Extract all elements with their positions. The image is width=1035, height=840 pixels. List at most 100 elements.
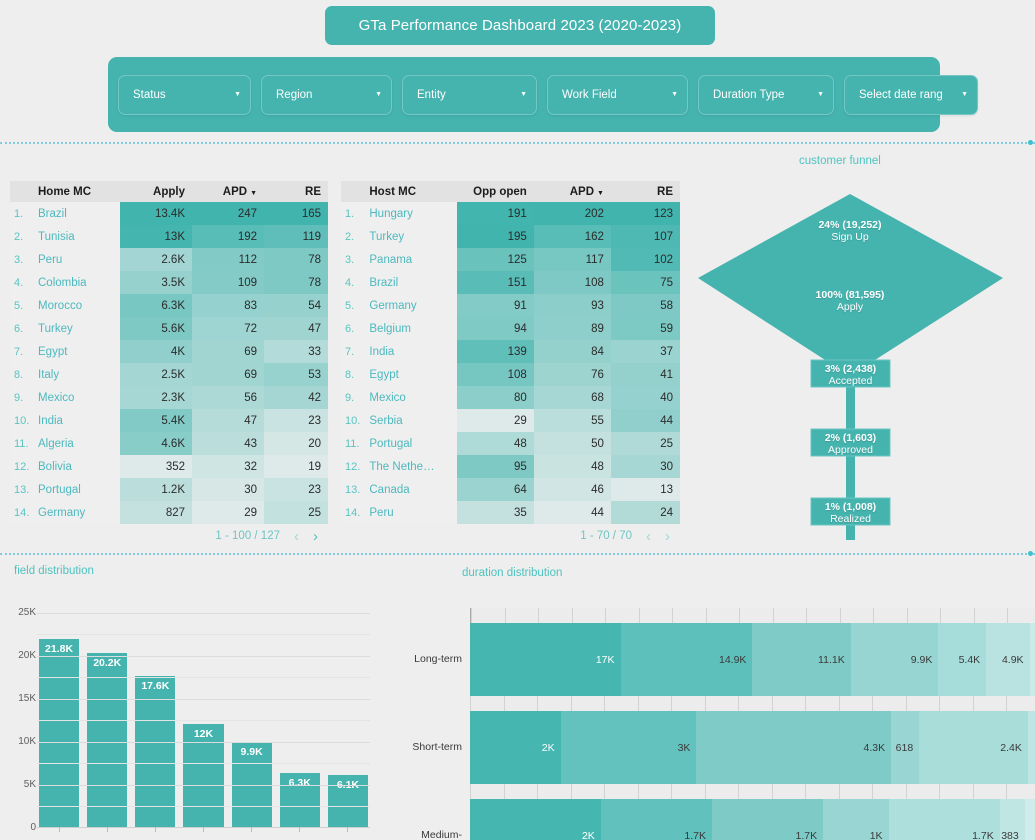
duration-chart-segment[interactable]: 2K: [470, 711, 561, 784]
col-opp-open[interactable]: Opp open: [456, 181, 534, 202]
duration-chart-segment[interactable]: 1.7K: [600, 799, 712, 840]
pagination-next-icon[interactable]: ›: [313, 529, 318, 544]
duration-chart-segment[interactable]: 9.9K: [850, 623, 939, 696]
table-row[interactable]: 9. Mexico 2.3K 56 42: [10, 386, 328, 409]
table-row[interactable]: 8. Italy 2.5K 69 53: [10, 363, 328, 386]
pagination-prev-icon[interactable]: ‹: [646, 529, 651, 544]
duration-chart-segment[interactable]: 1.7K: [888, 799, 1000, 840]
row-country-name[interactable]: Portugal: [367, 432, 457, 455]
row-country-name[interactable]: Mexico: [367, 386, 457, 409]
table-row[interactable]: 14. Peru 35 44 24: [341, 501, 680, 524]
row-country-name[interactable]: India: [36, 409, 120, 432]
table-row[interactable]: 1. Hungary 191 202 123: [341, 202, 680, 225]
row-country-name[interactable]: Colombia: [36, 271, 120, 294]
row-country-name[interactable]: Morocco: [36, 294, 120, 317]
duration-chart-segment[interactable]: 14.9K: [620, 623, 753, 696]
duration-chart-segment[interactable]: 1K: [823, 799, 889, 840]
field-chart-bar[interactable]: 21.8K: [39, 639, 80, 832]
row-country-name[interactable]: Egypt: [36, 340, 120, 363]
row-country-name[interactable]: India: [367, 340, 457, 363]
pagination-next-icon[interactable]: ›: [665, 529, 670, 544]
field-chart-bar[interactable]: 12K: [183, 723, 224, 832]
duration-chart-segment[interactable]: 4.9K: [1029, 623, 1035, 696]
table-row[interactable]: 10. India 5.4K 47 23: [10, 409, 328, 432]
table-row[interactable]: 5. Germany 91 93 58: [341, 294, 680, 317]
table-row[interactable]: 8. Egypt 108 76 41: [341, 363, 680, 386]
row-country-name[interactable]: Peru: [367, 501, 457, 524]
row-country-name[interactable]: Turkey: [367, 225, 457, 248]
duration-chart-segment[interactable]: 863: [1027, 711, 1035, 784]
field-distribution-chart[interactable]: 25K 20K 15K 10K 5K 0 21.8K 20.2K 17.6K 12K 9.9K 6.…: [0, 600, 378, 840]
col-apply[interactable]: Apply: [120, 181, 192, 202]
row-country-name[interactable]: Algeria: [36, 432, 120, 455]
table-row[interactable]: 7. Egypt 4K 69 33: [10, 340, 328, 363]
duration-chart-segment[interactable]: 2K: [470, 799, 601, 840]
table-row[interactable]: 2. Tunisia 13K 192 119: [10, 225, 328, 248]
col-re[interactable]: RE: [264, 181, 328, 202]
table-row[interactable]: 14. Germany 827 29 25: [10, 501, 328, 524]
field-chart-bar[interactable]: 6.3K: [279, 772, 320, 832]
row-country-name[interactable]: Italy: [36, 363, 120, 386]
row-country-name[interactable]: Serbia: [367, 409, 457, 432]
row-country-name[interactable]: The Nethe…: [367, 455, 457, 478]
duration-chart-segment[interactable]: 2.4K: [919, 711, 1028, 784]
row-country-name[interactable]: Bolivia: [36, 455, 120, 478]
table-row[interactable]: 3. Panama 125 117 102: [341, 248, 680, 271]
table-row[interactable]: 3. Peru 2.6K 112 78: [10, 248, 328, 271]
customer-funnel-chart[interactable]: 24% (19,252) Sign Up 100% (81,595) Apply…: [690, 186, 1020, 546]
table-row[interactable]: 12. Bolivia 352 32 19: [10, 455, 328, 478]
row-country-name[interactable]: Turkey: [36, 317, 120, 340]
row-country-name[interactable]: Brazil: [36, 202, 120, 225]
row-country-name[interactable]: Germany: [367, 294, 457, 317]
row-country-name[interactable]: Mexico: [36, 386, 120, 409]
table-row[interactable]: 9. Mexico 80 68 40: [341, 386, 680, 409]
field-chart-bar[interactable]: 6.1K: [327, 774, 368, 832]
filter-work-field[interactable]: Work Field ▼: [547, 74, 688, 115]
filter-date-range[interactable]: Select date range ▼: [844, 74, 978, 115]
table-row[interactable]: 12. The Nethe… 95 48 30: [341, 455, 680, 478]
row-country-name[interactable]: Canada: [367, 478, 457, 501]
col-host-mc[interactable]: Host MC: [367, 181, 457, 202]
table-row[interactable]: 11. Portugal 48 50 25: [341, 432, 680, 455]
table-row[interactable]: 13. Canada 64 46 13: [341, 478, 680, 501]
duration-chart-segment[interactable]: 4.9K: [986, 623, 1030, 696]
col-apd[interactable]: APD ▼: [192, 181, 264, 202]
duration-chart-segment[interactable]: 737: [1024, 799, 1035, 840]
row-country-name[interactable]: Hungary: [367, 202, 457, 225]
table-row[interactable]: 10. Serbia 29 55 44: [341, 409, 680, 432]
row-country-name[interactable]: Brazil: [367, 271, 457, 294]
col-re[interactable]: RE: [610, 181, 680, 202]
table-row[interactable]: 13. Portugal 1.2K 30 23: [10, 478, 328, 501]
duration-chart-segment[interactable]: 3K: [560, 711, 697, 784]
filter-region[interactable]: Region ▼: [261, 74, 392, 115]
filter-duration-type[interactable]: Duration Type ▼: [698, 74, 834, 115]
table-row[interactable]: 2. Turkey 195 162 107: [341, 225, 680, 248]
table-row[interactable]: 1. Brazil 13.4K 247 165: [10, 202, 328, 225]
duration-distribution-chart[interactable]: 17K14.9K11.1K9.9K5.4K4.9K4.9K2K3K4.3K618…: [410, 600, 1035, 840]
row-country-name[interactable]: Tunisia: [36, 225, 120, 248]
table-row[interactable]: 5. Morocco 6.3K 83 54: [10, 294, 328, 317]
col-home-mc[interactable]: Home MC: [36, 181, 120, 202]
table-row[interactable]: 4. Colombia 3.5K 109 78: [10, 271, 328, 294]
duration-chart-segment[interactable]: 618: [891, 711, 920, 784]
row-country-name[interactable]: Egypt: [367, 363, 457, 386]
duration-chart-segment[interactable]: 5.4K: [938, 623, 987, 696]
row-country-name[interactable]: Peru: [36, 248, 120, 271]
row-country-name[interactable]: Panama: [367, 248, 457, 271]
duration-chart-segment[interactable]: 11.1K: [752, 623, 851, 696]
table-row[interactable]: 11. Algeria 4.6K 43 20: [10, 432, 328, 455]
filter-entity[interactable]: Entity ▼: [402, 74, 537, 115]
table-row[interactable]: 6. Turkey 5.6K 72 47: [10, 317, 328, 340]
row-country-name[interactable]: Belgium: [367, 317, 457, 340]
table-row[interactable]: 7. India 139 84 37: [341, 340, 680, 363]
pagination-prev-icon[interactable]: ‹: [294, 529, 299, 544]
duration-chart-segment[interactable]: 383: [999, 799, 1025, 840]
filter-status[interactable]: Status ▼: [118, 74, 251, 115]
row-country-name[interactable]: Portugal: [36, 478, 120, 501]
duration-chart-segment[interactable]: 4.3K: [696, 711, 892, 784]
duration-chart-segment[interactable]: 17K: [470, 623, 621, 696]
row-country-name[interactable]: Germany: [36, 501, 120, 524]
field-chart-bar[interactable]: 20.2K: [87, 653, 128, 832]
col-apd[interactable]: APD ▼: [533, 181, 611, 202]
duration-chart-segment[interactable]: 1.7K: [711, 799, 824, 840]
